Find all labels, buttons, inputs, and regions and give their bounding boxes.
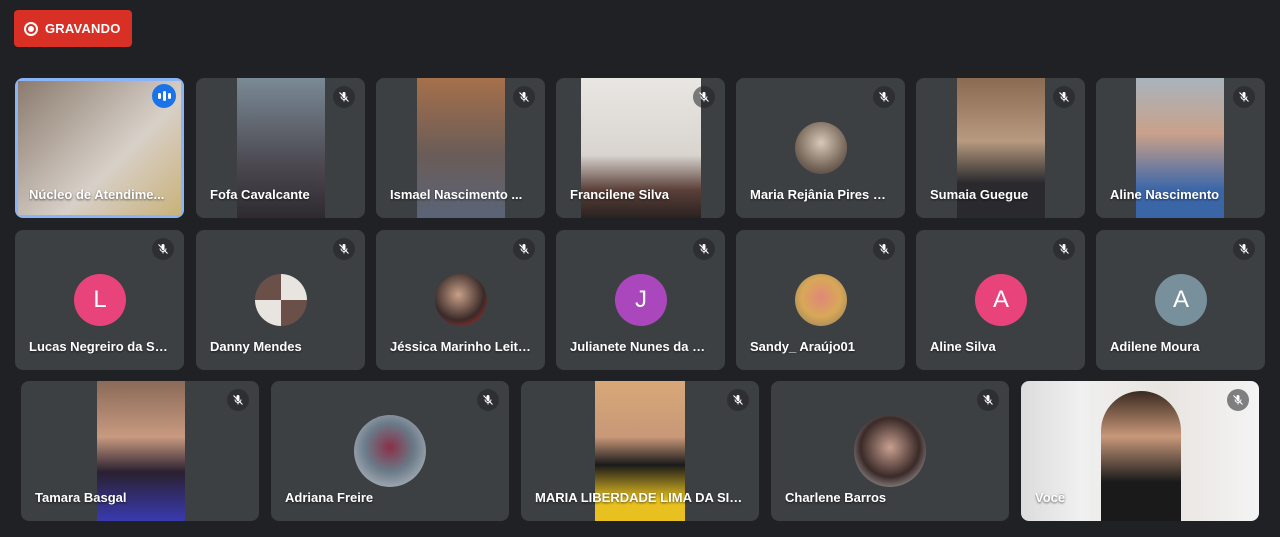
participant-name: MARIA LIBERDADE LIMA DA SIL... — [535, 490, 745, 505]
participant-initial-avatar: J — [615, 274, 667, 326]
participant-name: Maria Rejânia Pires Li... — [750, 187, 891, 202]
mic-off-icon — [333, 86, 355, 108]
participant-initial-avatar: A — [1155, 274, 1207, 326]
participant-avatar — [255, 274, 307, 326]
mic-off-icon — [1053, 86, 1075, 108]
participant-avatar — [795, 274, 847, 326]
participant-avatar — [795, 122, 847, 174]
participant-name: Fofa Cavalcante — [210, 187, 310, 202]
participant-tile[interactable]: Sandy_ Araújo01 — [736, 230, 905, 370]
participant-avatar — [435, 274, 487, 326]
participant-name: Ismael Nascimento ... — [390, 187, 523, 202]
mic-off-icon — [693, 86, 715, 108]
participant-tile[interactable]: Charlene Barros — [771, 381, 1009, 521]
mic-off-icon — [477, 389, 499, 411]
participant-tile[interactable]: Adriana Freire — [271, 381, 509, 521]
mic-off-icon — [1227, 389, 1249, 411]
participant-avatar — [354, 415, 426, 487]
mic-off-icon — [873, 86, 895, 108]
speaking-indicator-icon — [152, 84, 176, 108]
recording-badge: GRAVANDO — [14, 10, 132, 47]
recording-label: GRAVANDO — [45, 21, 121, 36]
participant-tile[interactable]: L Lucas Negreiro da Silva — [15, 230, 184, 370]
participant-name: Adriana Freire — [285, 490, 374, 505]
participant-tile[interactable]: J Julianete Nunes da sil... — [556, 230, 725, 370]
mic-off-icon — [227, 389, 249, 411]
participant-name: Francilene Silva — [570, 187, 669, 202]
mic-off-icon — [873, 238, 895, 260]
participant-tile[interactable]: Aline Nascimento — [1096, 78, 1265, 218]
participant-name: Sandy_ Araújo01 — [750, 339, 856, 354]
participant-tile[interactable]: Tamara Basgal — [21, 381, 259, 521]
participant-name: Lucas Negreiro da Silva — [29, 339, 170, 354]
participant-name: Julianete Nunes da sil... — [570, 339, 711, 354]
participant-tile[interactable]: MARIA LIBERDADE LIMA DA SIL... — [521, 381, 759, 521]
participant-name: Você — [1035, 490, 1066, 505]
participant-name: Jéssica Marinho Leite... — [390, 339, 531, 354]
participant-tile[interactable]: Núcleo de Atendime... — [15, 78, 184, 218]
participant-avatar — [854, 415, 926, 487]
mic-off-icon — [333, 238, 355, 260]
participant-name: Núcleo de Atendime... — [29, 187, 165, 202]
participant-name: Sumaia Guegue — [930, 187, 1029, 202]
participant-name: Aline Silva — [930, 339, 996, 354]
mic-off-icon — [727, 389, 749, 411]
participant-name: Charlene Barros — [785, 490, 887, 505]
participant-tile[interactable]: Ismael Nascimento ... — [376, 78, 545, 218]
mic-off-icon — [513, 86, 535, 108]
participant-name: Adilene Moura — [1110, 339, 1200, 354]
participant-tile[interactable]: Francilene Silva — [556, 78, 725, 218]
participant-tile[interactable]: Fofa Cavalcante — [196, 78, 365, 218]
mic-off-icon — [1233, 238, 1255, 260]
participant-tile[interactable]: A Adilene Moura — [1096, 230, 1265, 370]
participant-tile-self[interactable]: Você — [1021, 381, 1259, 521]
participant-name: Tamara Basgal — [35, 490, 127, 505]
participant-initial-avatar: L — [74, 274, 126, 326]
mic-off-icon — [1233, 86, 1255, 108]
mic-off-icon — [513, 238, 535, 260]
participant-initial-avatar: A — [975, 274, 1027, 326]
mic-off-icon — [977, 389, 999, 411]
mic-off-icon — [1053, 238, 1075, 260]
participant-tile[interactable]: A Aline Silva — [916, 230, 1085, 370]
participant-tile[interactable]: Sumaia Guegue — [916, 78, 1085, 218]
participant-tile[interactable]: Danny Mendes — [196, 230, 365, 370]
participant-name: Aline Nascimento — [1110, 187, 1220, 202]
participant-name: Danny Mendes — [210, 339, 302, 354]
participant-tile[interactable]: Maria Rejânia Pires Li... — [736, 78, 905, 218]
mic-off-icon — [152, 238, 174, 260]
record-icon — [24, 21, 38, 36]
mic-off-icon — [693, 238, 715, 260]
participant-tile[interactable]: Jéssica Marinho Leite... — [376, 230, 545, 370]
